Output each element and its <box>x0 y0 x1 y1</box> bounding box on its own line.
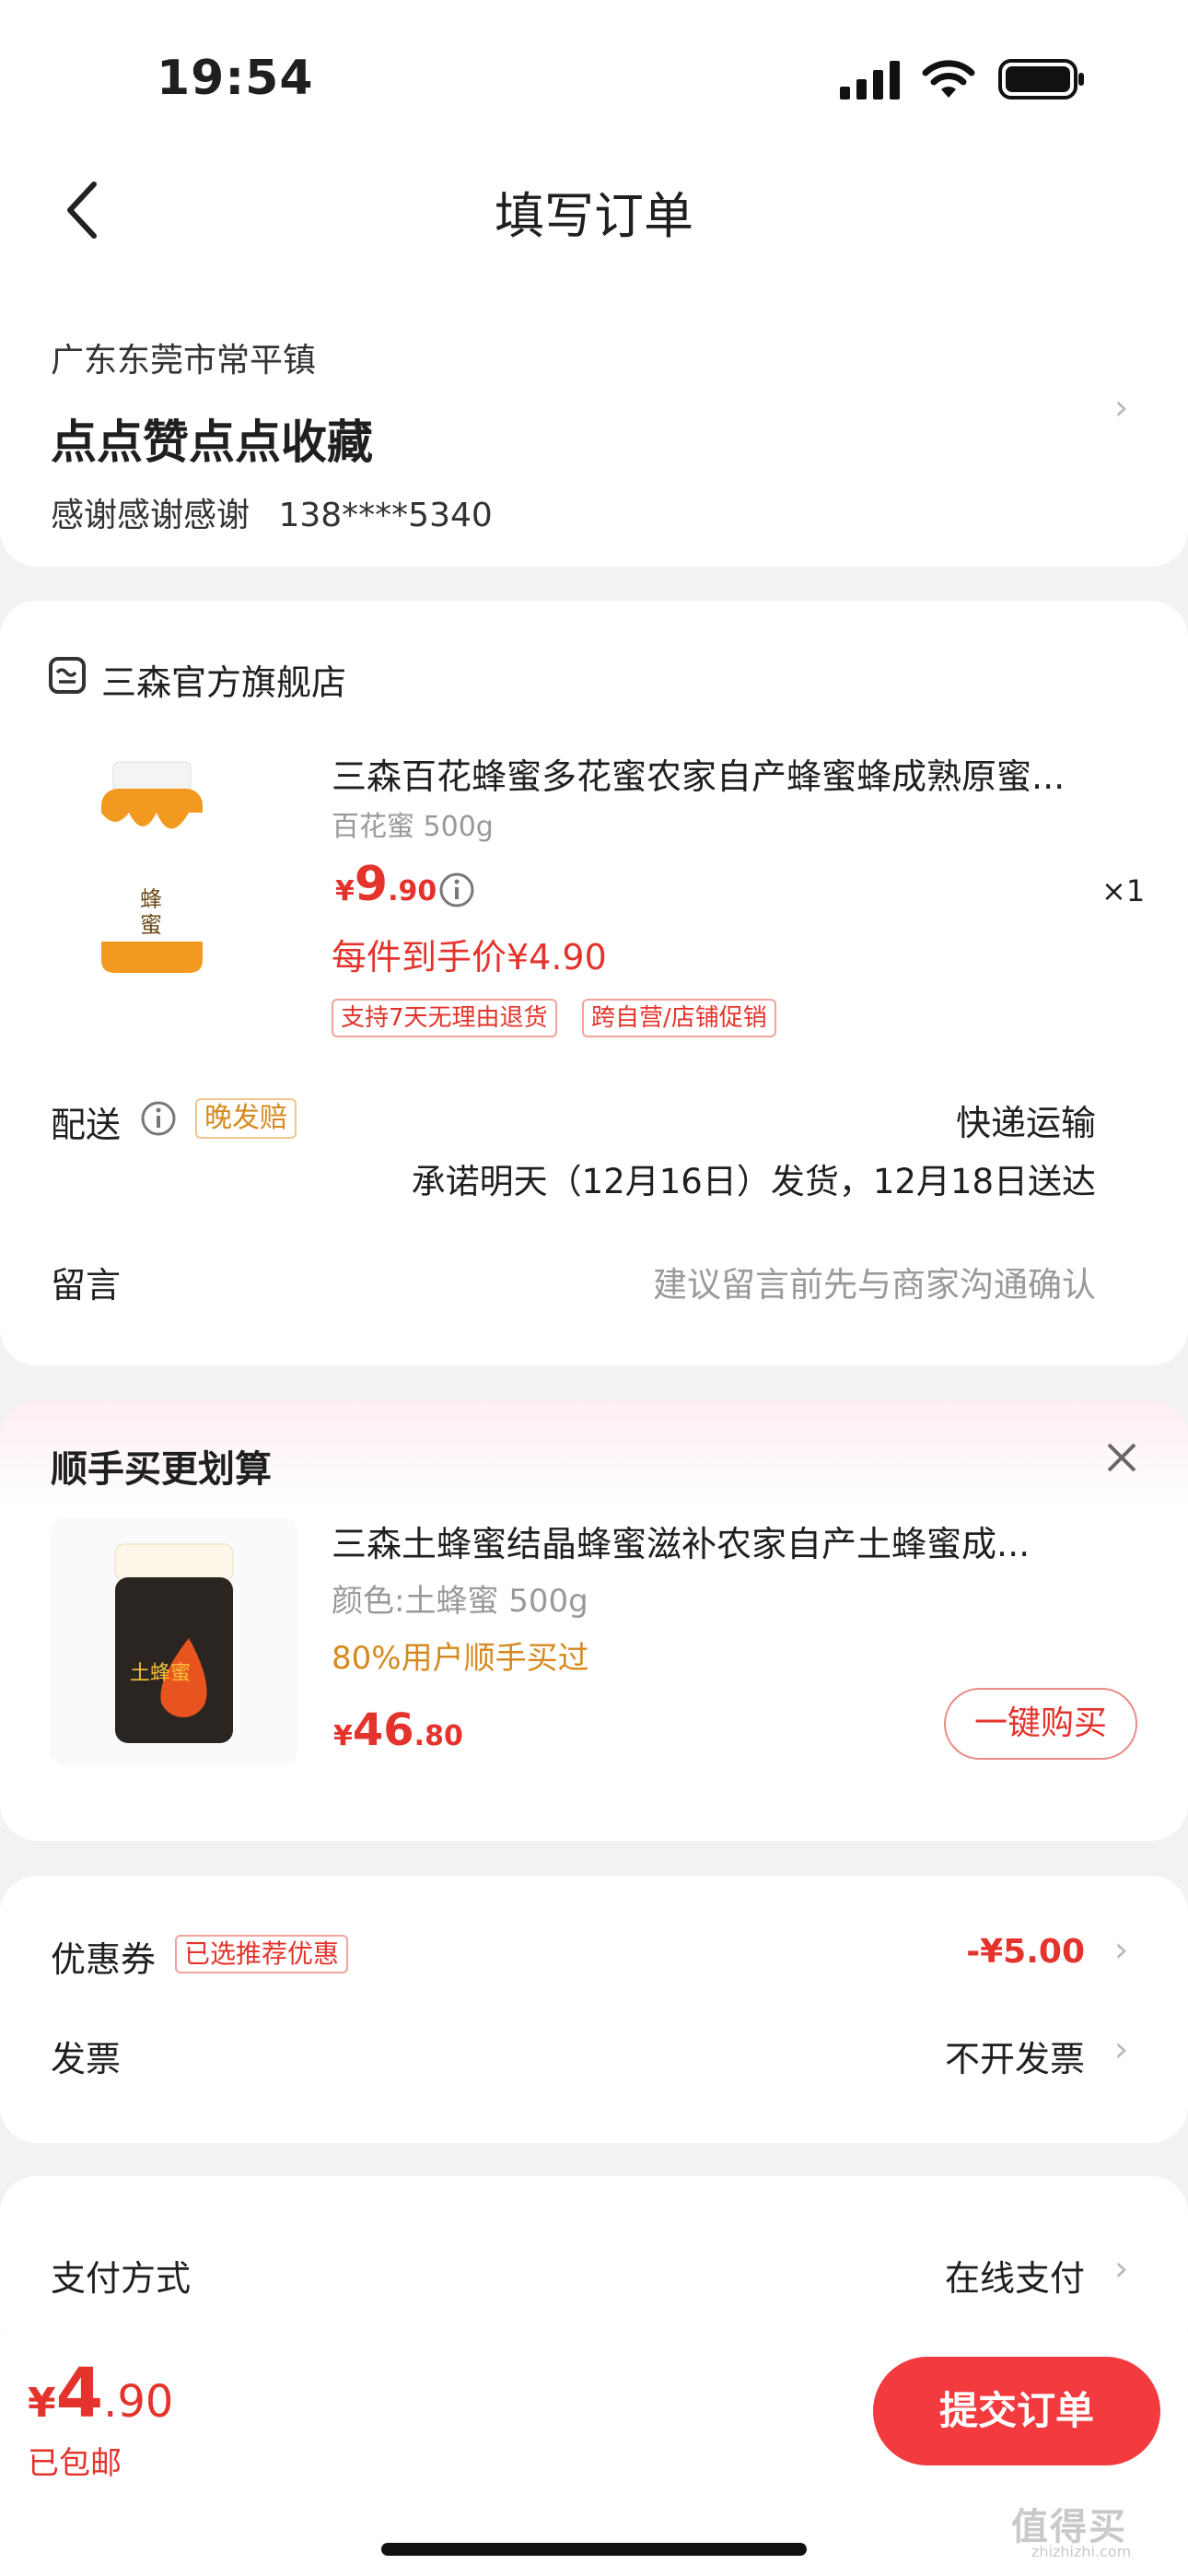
cellular-signal-icon <box>840 61 900 100</box>
payment-chevron-icon[interactable]: › <box>1114 2248 1128 2289</box>
coupon-invoice-card: 优惠券 已选推荐优惠 -¥5.00 › 发票 不开发票 › <box>0 1876 1188 2143</box>
product-image[interactable]: 蜂蜜 <box>51 757 253 988</box>
coupon-value[interactable]: -¥5.00 <box>966 1933 1085 1971</box>
upsell-jar-label: 土蜂蜜 <box>130 1662 192 1685</box>
watermark-url: zhizhizhi.com <box>1031 2543 1132 2560</box>
late-compensation-badge: 晚发赔 <box>195 1098 297 1139</box>
address-detail: 点点赞点点收藏 <box>51 416 373 469</box>
header-background <box>0 0 1188 304</box>
submit-order-button[interactable]: 提交订单 <box>873 2357 1160 2465</box>
upsell-social-proof: 80%用户顺手买过 <box>332 1640 589 1677</box>
total-price: ¥4.90 <box>28 2354 174 2433</box>
delivery-info-icon[interactable] <box>140 1100 177 1137</box>
upsell-product-spec: 颜色:土蜂蜜 500g <box>332 1583 588 1620</box>
contact-name: 感谢感谢感谢 <box>51 497 250 534</box>
upsell-product-title[interactable]: 三森土蜂蜜结晶蜂蜜滋补农家自产土蜂蜜成... <box>332 1516 1124 1566</box>
one-click-buy-button[interactable]: 一键购买 <box>944 1688 1137 1760</box>
upsell-product-image[interactable]: 土蜂蜜 <box>51 1518 297 1765</box>
page-title: 填写订单 <box>495 187 693 245</box>
tag-return: 支持7天无理由退货 <box>332 999 557 1037</box>
invoice-value[interactable]: 不开发票 <box>945 2031 1085 2081</box>
store-card: 三森官方旗舰店 蜂蜜 三森百花蜂蜜多花蜜农家自产蜂蜜蜂成熟原蜜... 百花蜜 5… <box>0 601 1188 1365</box>
status-time: 19:54 <box>157 51 314 106</box>
honey-jar-image <box>101 761 203 973</box>
final-price: 每件到手价¥4.90 <box>332 937 607 978</box>
store-name[interactable]: 三森官方旗舰店 <box>101 654 346 705</box>
upsell-title: 顺手买更划算 <box>51 1448 272 1491</box>
message-label: 留言 <box>51 1265 122 1306</box>
home-indicator <box>381 2543 807 2556</box>
store-icon <box>49 657 86 694</box>
product-title[interactable]: 三森百花蜂蜜多花蜜农家自产蜂蜜蜂成熟原蜜... <box>332 748 1105 799</box>
upsell-card: 顺手买更划算 土蜂蜜 三森土蜂蜜结晶蜂蜜滋补农家自产土蜂蜜成... 颜色:土蜂蜜… <box>0 1400 1188 1841</box>
wifi-icon <box>922 60 975 98</box>
message-input[interactable]: 建议留言前先与商家沟通确认 <box>653 1257 1096 1306</box>
tu-honey-jar-image <box>114 1543 234 1743</box>
address-card[interactable]: 广东东莞市常平镇 点点赞点点收藏 感谢感谢感谢 138****5340 › <box>0 304 1188 567</box>
product-price: ¥9.90 <box>335 857 437 912</box>
contact-phone: 138****5340 <box>278 497 493 534</box>
payment-value[interactable]: 在线支付 <box>945 2250 1085 2301</box>
coupon-chevron-icon[interactable]: › <box>1114 1929 1128 1970</box>
payment-label: 支付方式 <box>51 2258 192 2299</box>
delivery-eta: 承诺明天（12月16日）发货，12月18日送达 <box>411 1162 1096 1201</box>
address-region: 广东东莞市常平镇 <box>51 342 317 380</box>
shipping-note: 已包邮 <box>28 2445 122 2482</box>
tag-promo: 跨自营/店铺促销 <box>582 999 776 1037</box>
invoice-chevron-icon[interactable]: › <box>1114 2029 1128 2069</box>
coupon-label: 优惠券 <box>51 1939 157 1980</box>
delivery-method[interactable]: 快递运输 <box>956 1095 1096 1145</box>
address-contact: 感谢感谢感谢 138****5340 <box>51 488 493 536</box>
jar-label: 蜂蜜 <box>140 886 162 938</box>
product-quantity: ×1 <box>1101 873 1146 908</box>
battery-icon <box>998 59 1084 100</box>
product-spec[interactable]: 百花蜜 500g <box>332 803 494 844</box>
address-chevron-icon: › <box>1114 387 1129 427</box>
invoice-label: 发票 <box>51 2039 122 2079</box>
delivery-label: 配送 <box>51 1105 122 1145</box>
upsell-price: ¥46.80 <box>333 1704 463 1756</box>
coupon-badge: 已选推荐优惠 <box>175 1935 349 1973</box>
info-icon[interactable] <box>438 872 475 908</box>
close-icon[interactable] <box>1105 1441 1138 1474</box>
